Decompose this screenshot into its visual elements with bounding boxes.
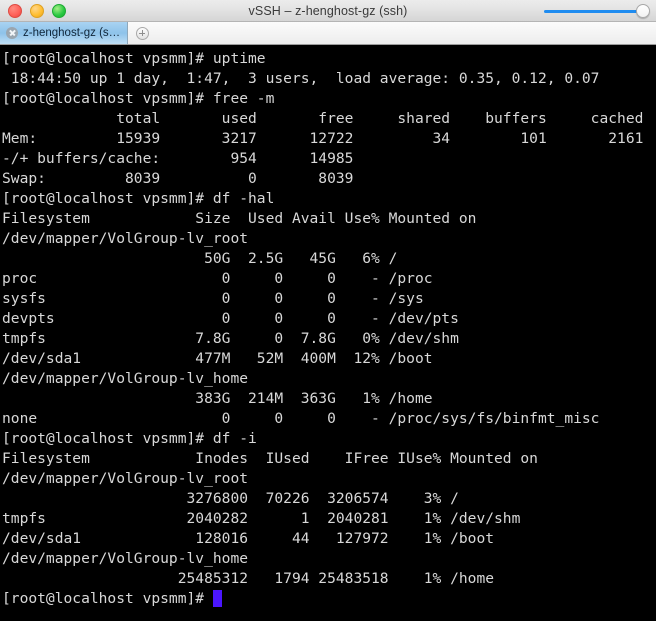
- terminal-line: [root@localhost vpsmm]# df -i: [2, 430, 257, 447]
- slider-track[interactable]: [544, 9, 638, 13]
- text-cursor: [212, 590, 222, 607]
- terminal-line: /dev/mapper/VolGroup-lv_home: [2, 370, 249, 387]
- terminal-line: -/+ buffers/cache: 954 14985: [2, 150, 354, 167]
- terminal-line: sysfs 0 0 0 - /sys: [2, 290, 424, 307]
- terminal-line: 18:44:50 up 1 day, 1:47, 3 users, load a…: [2, 70, 600, 87]
- terminal-output[interactable]: [root@localhost vpsmm]# uptime 18:44:50 …: [0, 45, 656, 621]
- terminal-prompt-line: [root@localhost vpsmm]#: [2, 589, 656, 609]
- close-window-button[interactable]: [8, 3, 22, 18]
- terminal-line: 25485312 1794 25483518 1% /home: [2, 570, 495, 587]
- slider-knob[interactable]: [636, 4, 650, 18]
- traffic-light-group: [8, 3, 66, 18]
- terminal-line: none 0 0 0 - /proc/sys/fs/binfmt_misc: [2, 410, 600, 427]
- maximize-window-button[interactable]: [52, 3, 66, 18]
- terminal-line: 383G 214M 363G 1% /home: [2, 390, 433, 407]
- terminal-line: Mem: 15939 3217 12722 34 101 2161: [2, 130, 644, 147]
- terminal-line: [root@localhost vpsmm]# uptime: [2, 50, 266, 67]
- terminal-line: /dev/mapper/VolGroup-lv_home: [2, 550, 249, 567]
- terminal-line: /dev/mapper/VolGroup-lv_root: [2, 230, 249, 247]
- plus-icon[interactable]: [135, 26, 149, 40]
- terminal-line: /dev/sda1 477M 52M 400M 12% /boot: [2, 350, 433, 367]
- tab-z-henghost-gz[interactable]: z-henghost-gz (s…: [0, 22, 128, 44]
- prompt-text: [root@localhost vpsmm]#: [2, 590, 213, 607]
- terminal-line: Filesystem Size Used Avail Use% Mounted …: [2, 210, 477, 227]
- terminal-line: /dev/sda1 128016 44 127972 1% /boot: [2, 530, 495, 547]
- terminal-line: tmpfs 7.8G 0 7.8G 0% /dev/shm: [2, 330, 459, 347]
- terminal-line: 3276800 70226 3206574 3% /: [2, 490, 459, 507]
- vssh-window: vSSH – z-henghost-gz (ssh) z-henghost-gz…: [0, 0, 656, 621]
- close-icon[interactable]: [6, 27, 18, 39]
- terminal-line: /dev/mapper/VolGroup-lv_root: [2, 470, 249, 487]
- add-tab-button[interactable]: [128, 22, 156, 44]
- terminal-line: total used free shared buffers cached: [2, 110, 644, 127]
- terminal-line: Swap: 8039 0 8039: [2, 170, 354, 187]
- terminal-line: [root@localhost vpsmm]# df -hal: [2, 190, 275, 207]
- terminal-line: 50G 2.5G 45G 6% /: [2, 250, 398, 267]
- title-bar: vSSH – z-henghost-gz (ssh): [0, 0, 656, 22]
- terminal-line: [root@localhost vpsmm]# free -m: [2, 90, 275, 107]
- terminal-line: Filesystem Inodes IUsed IFree IUse% Moun…: [2, 450, 538, 467]
- terminal-line: devpts 0 0 0 - /dev/pts: [2, 310, 459, 327]
- tab-label: z-henghost-gz (s…: [23, 27, 121, 39]
- tab-bar: z-henghost-gz (s…: [0, 22, 656, 45]
- minimize-window-button[interactable]: [30, 3, 44, 18]
- title-slider[interactable]: [530, 4, 650, 18]
- terminal-line: proc 0 0 0 - /proc: [2, 270, 433, 287]
- terminal-line: tmpfs 2040282 1 2040281 1% /dev/shm: [2, 510, 521, 527]
